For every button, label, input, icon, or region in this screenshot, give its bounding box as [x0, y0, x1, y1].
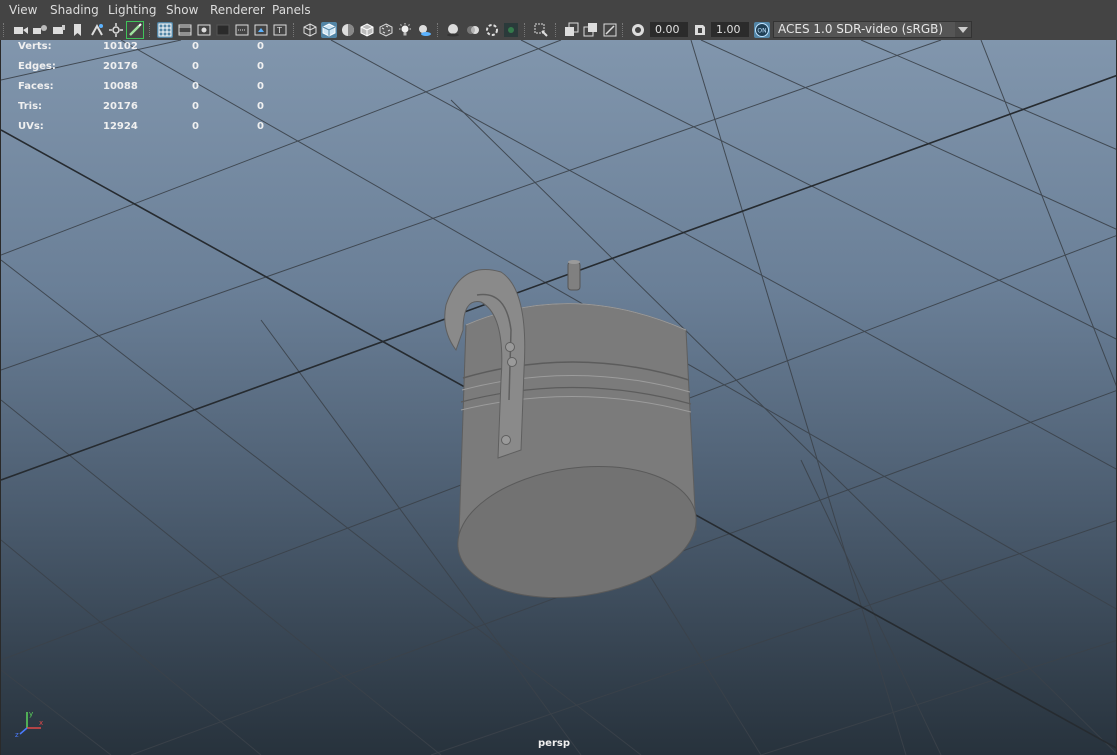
hud-selected: 0	[192, 101, 199, 112]
select-camera-icon[interactable]	[13, 22, 29, 38]
menu-renderer[interactable]: Renderer	[210, 3, 265, 17]
view-transform-dropdown[interactable]: ACES 1.0 SDR-video (sRGB)	[773, 21, 972, 38]
toolbar-separator	[437, 23, 440, 37]
menu-lighting[interactable]: Lighting	[108, 3, 157, 17]
toolbar-separator	[524, 23, 527, 37]
xray-joints-icon[interactable]	[602, 22, 618, 38]
xray-active-icon[interactable]	[583, 22, 599, 38]
exposure-icon[interactable]	[630, 22, 646, 38]
isolate-select-icon[interactable]	[533, 22, 549, 38]
safe-title-icon[interactable]: T	[272, 22, 288, 38]
z-axis-line	[19, 727, 28, 735]
pencil-tool-icon[interactable]	[126, 21, 144, 39]
hud-selected-components: 0	[257, 61, 264, 72]
bookmarks-icon[interactable]	[51, 22, 67, 38]
hud-total: 10102	[103, 41, 138, 52]
wireframe-icon[interactable]	[302, 22, 318, 38]
hud-total: 20176	[103, 61, 138, 72]
motion-blur-icon[interactable]	[465, 22, 481, 38]
hud-label: UVs:	[18, 121, 44, 132]
multisample-aa-icon[interactable]	[484, 22, 500, 38]
grease-pencil-icon[interactable]	[108, 22, 124, 38]
field-chart-icon[interactable]	[234, 22, 250, 38]
hud-selected-components: 0	[257, 41, 264, 52]
wireframe-on-shaded-icon[interactable]	[359, 22, 375, 38]
textured-icon[interactable]	[378, 22, 394, 38]
resolution-gate-icon[interactable]	[196, 22, 212, 38]
hud-total: 10088	[103, 81, 138, 92]
exposure-field[interactable]: 0.00	[650, 22, 688, 37]
panel-menu-bar: View Shading Lighting Show Renderer Pane…	[0, 0, 1117, 20]
maya-viewport-panel: View Shading Lighting Show Renderer Pane…	[0, 0, 1117, 755]
2d-pan-zoom-icon[interactable]	[89, 22, 105, 38]
gamma-icon[interactable]	[692, 22, 708, 38]
scene-canvas[interactable]	[1, 40, 1117, 755]
film-gate-icon[interactable]	[177, 22, 193, 38]
safe-action-icon[interactable]	[253, 22, 269, 38]
color-management-icon[interactable]: ON	[754, 22, 770, 38]
svg-text:ON: ON	[757, 28, 766, 35]
chevron-down-icon[interactable]	[955, 22, 971, 37]
gate-mask-icon[interactable]	[215, 22, 231, 38]
x-axis-label: x	[39, 719, 43, 727]
xray-icon[interactable]	[564, 22, 580, 38]
hud-total: 12924	[103, 121, 138, 132]
toolbar-separator	[3, 23, 6, 37]
camera-attributes-icon[interactable]	[32, 22, 48, 38]
use-all-lights-icon[interactable]	[397, 22, 413, 38]
toolbar-separator	[622, 23, 625, 37]
gamma-field[interactable]: 1.00	[711, 22, 749, 37]
z-axis-label: z	[15, 731, 19, 738]
default-material-icon[interactable]	[340, 22, 356, 38]
view-axis-gizmo: y x z	[15, 710, 43, 738]
hud-selected-components: 0	[257, 121, 264, 132]
menu-view[interactable]: View	[9, 3, 37, 17]
toolbar-separator	[555, 23, 558, 37]
hud-label: Verts:	[18, 41, 52, 52]
menu-shading[interactable]: Shading	[50, 3, 99, 17]
pot-mesh[interactable]	[444, 260, 705, 612]
hud-selected: 0	[192, 81, 199, 92]
depth-of-field-icon[interactable]	[503, 22, 519, 38]
camera-name-label: persp	[538, 738, 570, 749]
image-plane-icon[interactable]	[70, 22, 86, 38]
hud-selected: 0	[192, 61, 199, 72]
y-axis-label: y	[29, 710, 33, 718]
3d-viewport[interactable]: Verts: 10102 0 0 Edges: 20176 0 0 Faces:…	[0, 40, 1117, 755]
hud-label: Edges:	[18, 61, 56, 72]
shadows-icon[interactable]	[416, 22, 432, 38]
hud-total: 20176	[103, 101, 138, 112]
hud-label: Faces:	[18, 81, 54, 92]
smooth-shade-icon[interactable]	[321, 22, 337, 38]
hud-selected: 0	[192, 41, 199, 52]
hud-selected-components: 0	[257, 81, 264, 92]
hud-selected-components: 0	[257, 101, 264, 112]
hud-selected: 0	[192, 121, 199, 132]
view-transform-value: ACES 1.0 SDR-video (sRGB)	[778, 22, 944, 36]
toolbar-separator	[149, 23, 152, 37]
menu-panels[interactable]: Panels	[272, 3, 311, 17]
toolbar-separator	[293, 23, 296, 37]
screen-space-ao-icon[interactable]	[445, 22, 461, 38]
svg-text:T: T	[276, 26, 282, 35]
menu-show[interactable]: Show	[166, 3, 198, 17]
hud-label: Tris:	[18, 101, 43, 112]
grid-icon[interactable]	[157, 22, 173, 38]
